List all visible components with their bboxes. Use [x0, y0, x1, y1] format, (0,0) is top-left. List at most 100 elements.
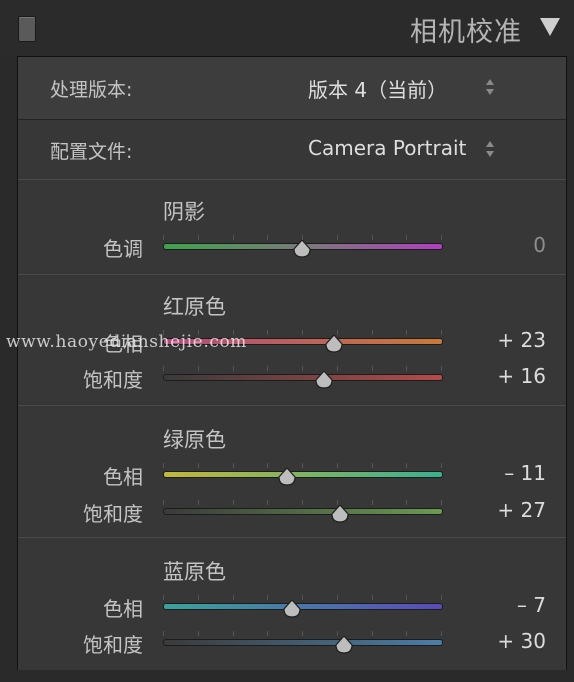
slider-tick [163, 595, 164, 600]
slider-tick [336, 366, 338, 371]
slider-tick [371, 366, 373, 371]
slider-tick [302, 631, 303, 636]
slider-tick [302, 330, 303, 335]
slider-tick [336, 595, 338, 600]
process-version-dropdown[interactable]: 版本 4（当前） [308, 74, 447, 103]
slider-tick [232, 500, 234, 505]
slider-tick [197, 366, 199, 371]
slider-tick [441, 500, 442, 505]
blue-hue-value[interactable]: – 7 [466, 593, 546, 617]
process-version-label: 处理版本: [50, 79, 133, 101]
slider-tick [197, 235, 199, 240]
green-hue-ticks [163, 463, 442, 468]
process-version-spinner-icon[interactable] [485, 79, 495, 95]
panel-toggle-switch[interactable] [18, 16, 36, 42]
slider-tick [302, 500, 303, 505]
panel-title: 相机校准 [410, 17, 522, 48]
slider-tick [371, 330, 373, 335]
slider-tick [302, 463, 303, 468]
slider-tick [232, 235, 234, 240]
slider-tick [371, 463, 373, 468]
slider-tick [441, 366, 442, 371]
slider-tick [441, 631, 442, 636]
slider-tick [406, 500, 408, 505]
slider-tick [232, 463, 234, 468]
green-hue-slider-thumb[interactable] [277, 468, 297, 486]
slider-tick [267, 500, 269, 505]
red-saturation-slider-thumb[interactable] [314, 371, 334, 389]
shadows-tint-slider-thumb[interactable] [292, 240, 312, 258]
blue-hue-label: 色相 [103, 597, 143, 621]
slider-tick [406, 595, 408, 600]
profile-label: 配置文件: [50, 141, 133, 163]
slider-tick [406, 366, 408, 371]
red-primary-title: 红原色 [163, 295, 226, 319]
blue-saturation-value[interactable]: + 30 [466, 629, 546, 653]
slider-tick [441, 595, 442, 600]
blue-hue-slider-track[interactable] [163, 603, 443, 610]
collapse-triangle-icon[interactable] [540, 18, 560, 36]
slider-tick [232, 366, 234, 371]
slider-tick [406, 330, 408, 335]
slider-tick [163, 463, 164, 468]
shadows-tint-label: 色调 [103, 237, 143, 261]
slider-tick [267, 595, 269, 600]
red-saturation-value[interactable]: + 16 [466, 364, 546, 388]
green-saturation-slider-track[interactable] [163, 508, 443, 515]
slider-tick [197, 500, 199, 505]
slider-tick [267, 366, 269, 371]
slider-tick [371, 235, 373, 240]
red-hue-slider-thumb[interactable] [324, 335, 344, 353]
slider-tick [232, 631, 234, 636]
slider-tick [163, 500, 164, 505]
slider-tick [371, 631, 373, 636]
blue-primary-section: 蓝原色 色相 – 7 饱和度 + 30 [18, 537, 566, 670]
blue-saturation-ticks [163, 631, 442, 636]
slider-tick [197, 463, 199, 468]
shadows-tint-value[interactable]: 0 [466, 233, 546, 257]
calibration-panel-body: 处理版本: 版本 4（当前） 配置文件: Camera Portrait 阴影 … [17, 56, 567, 670]
green-primary-section: 绿原色 色相 – 11 饱和度 + 27 [18, 405, 566, 537]
blue-primary-title: 蓝原色 [163, 560, 226, 584]
blue-saturation-slider-thumb[interactable] [334, 636, 354, 654]
red-hue-value[interactable]: + 23 [466, 328, 546, 352]
slider-tick [441, 330, 442, 335]
profile-spinner-icon[interactable] [485, 141, 495, 157]
red-saturation-label: 饱和度 [83, 368, 143, 392]
shadows-section: 阴影 色调 0 [18, 179, 566, 274]
slider-tick [267, 330, 269, 335]
green-saturation-value[interactable]: + 27 [466, 498, 546, 522]
profile-row: 配置文件: Camera Portrait [18, 120, 566, 178]
red-saturation-slider-track[interactable] [163, 374, 443, 381]
slider-tick [163, 366, 164, 371]
green-hue-value[interactable]: – 11 [466, 461, 546, 485]
shadows-title: 阴影 [163, 200, 205, 224]
green-primary-title: 绿原色 [163, 428, 226, 452]
slider-tick [232, 595, 234, 600]
red-saturation-ticks [163, 366, 442, 371]
slider-tick [406, 631, 408, 636]
slider-tick [267, 235, 269, 240]
process-version-row: 处理版本: 版本 4（当前） [18, 57, 566, 120]
slider-tick [267, 463, 269, 468]
slider-tick [197, 595, 199, 600]
green-saturation-slider-thumb[interactable] [330, 505, 350, 523]
slider-tick [197, 631, 199, 636]
slider-tick [441, 235, 442, 240]
green-hue-slider-track[interactable] [163, 471, 443, 478]
slider-tick [406, 235, 408, 240]
slider-tick [371, 595, 373, 600]
blue-saturation-slider-track[interactable] [163, 639, 443, 646]
watermark-url-text: www.haoyedianshejie.com [6, 332, 248, 352]
slider-tick [336, 235, 338, 240]
slider-tick [163, 235, 164, 240]
panel-header: 相机校准 [0, 0, 574, 56]
slider-tick [267, 631, 269, 636]
slider-tick [302, 366, 303, 371]
blue-hue-slider-thumb[interactable] [282, 600, 302, 618]
slider-tick [163, 631, 164, 636]
slider-tick [371, 500, 373, 505]
green-saturation-ticks [163, 500, 442, 505]
green-saturation-label: 饱和度 [83, 502, 143, 526]
profile-dropdown[interactable]: Camera Portrait [308, 136, 466, 160]
